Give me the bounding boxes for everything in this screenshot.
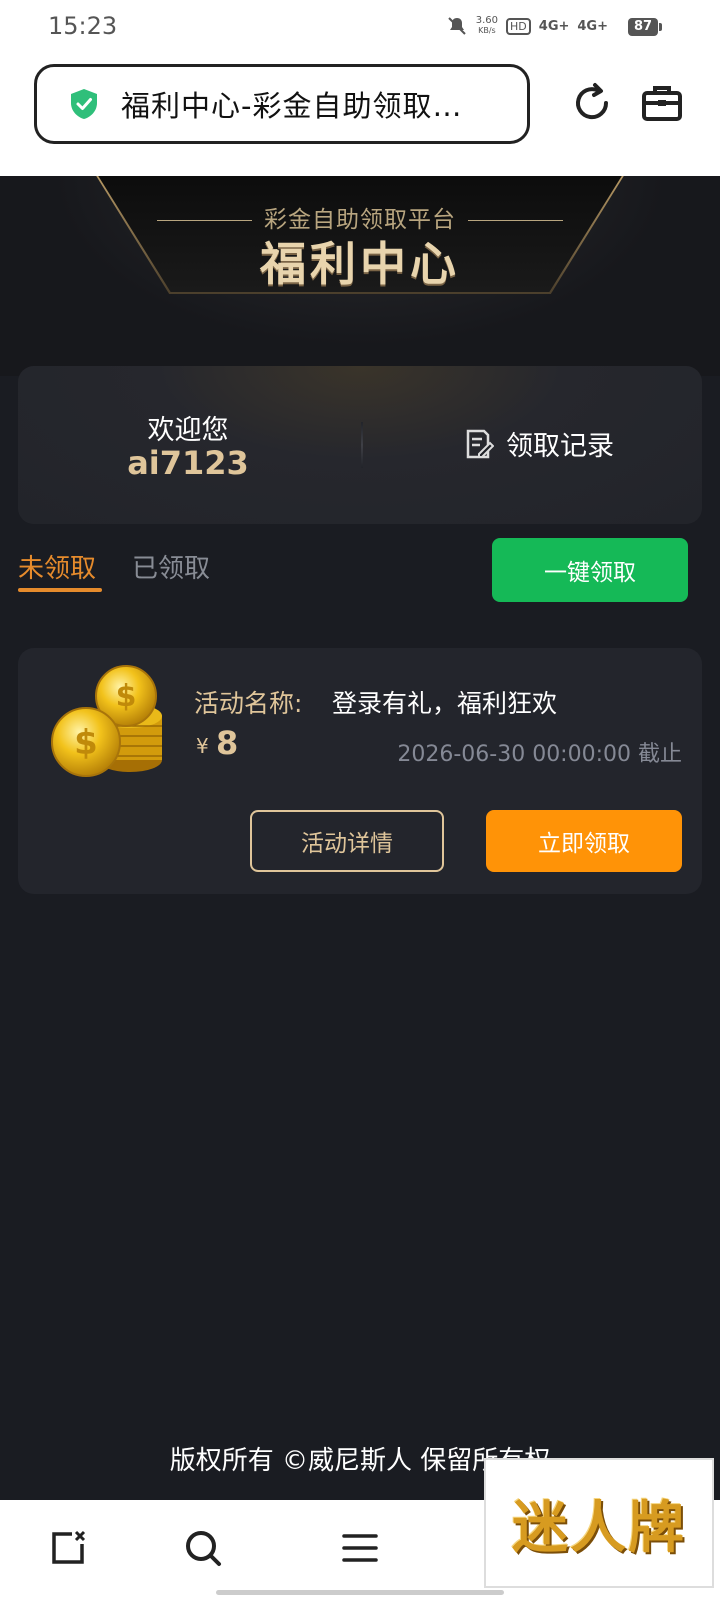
shield-check-icon: [71, 89, 97, 119]
status-icons: 3.60 KB/s HD 4G+ 4G+: [446, 15, 608, 37]
divider: [361, 422, 363, 468]
home-indicator[interactable]: [216, 1590, 504, 1595]
menu-icon[interactable]: [340, 1528, 380, 1568]
gold-coins-image: $ $: [51, 665, 162, 777]
bonus-amount: 8: [216, 724, 239, 762]
status-bar: 15:23 3.60 KB/s HD 4G+ 4G+ 87: [0, 0, 720, 56]
refresh-icon[interactable]: [570, 81, 614, 125]
mute-icon: [448, 17, 466, 35]
hero-title: 福利中心: [260, 237, 460, 291]
toolbox-icon[interactable]: [640, 81, 684, 125]
claim-all-button[interactable]: 一键领取: [492, 538, 688, 602]
deadline: 2026-06-30 00:00:00 截止: [397, 742, 682, 767]
search-icon[interactable]: [183, 1528, 223, 1568]
hd-badge: HD: [506, 17, 531, 35]
claim-records-label: 领取记录: [506, 431, 614, 462]
tab-claimed[interactable]: 已领取: [132, 548, 210, 585]
welcome-label: 欢迎您: [147, 415, 229, 446]
watermark-logo: 迷人牌: [484, 1458, 714, 1588]
watermark-text: 迷人牌: [512, 1494, 686, 1561]
network-speed: 3.60 KB/s: [475, 15, 499, 36]
active-tab-indicator: [18, 588, 102, 592]
svg-text:$: $: [74, 723, 98, 763]
welcome-card: 欢迎您 ai7123 领取记录: [18, 366, 702, 524]
network-2: 4G+: [577, 18, 608, 34]
battery-indicator: 87: [628, 18, 662, 36]
claim-records-link[interactable]: 领取记录: [464, 424, 614, 463]
activity-detail-button[interactable]: 活动详情: [250, 810, 444, 872]
activity-name-label: 活动名称:: [194, 689, 303, 718]
network-1: 4G+: [538, 18, 570, 34]
svg-text:$: $: [116, 679, 137, 714]
tab-unclaimed[interactable]: 未领取: [18, 548, 96, 585]
browser-bar: 福利中心-彩金自助领取…: [0, 56, 720, 176]
url-bar[interactable]: 福利中心-彩金自助领取…: [34, 64, 530, 144]
new-tab-icon[interactable]: [48, 1528, 88, 1568]
activity-name: 登录有礼，福利狂欢: [332, 689, 558, 718]
claim-now-button[interactable]: 立即领取: [486, 810, 682, 872]
hero-banner: 彩金自助领取平台 福利中心: [0, 176, 720, 376]
document-edit-icon: [466, 429, 494, 458]
currency-symbol: ¥: [196, 734, 209, 758]
page-title: 福利中心-彩金自助领取…: [121, 89, 463, 123]
username: ai7123: [127, 444, 249, 482]
activity-card: $ $ 活动名称: 登录有礼，福利狂欢 ¥ 8 2026-06-30 00:00…: [18, 648, 702, 894]
status-time: 15:23: [48, 12, 118, 40]
